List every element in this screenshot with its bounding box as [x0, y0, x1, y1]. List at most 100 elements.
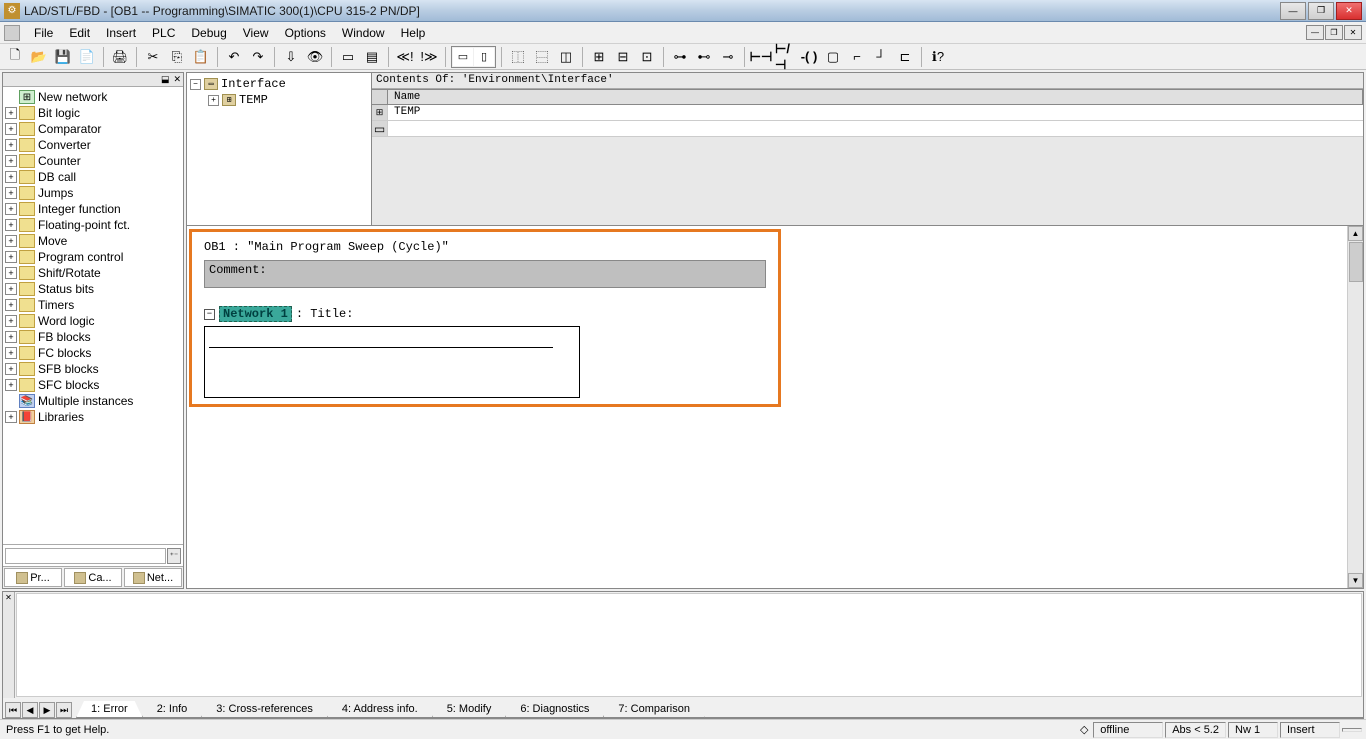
cut-icon[interactable]: ✂: [142, 46, 164, 68]
expand-icon[interactable]: +: [5, 363, 17, 375]
expand-icon[interactable]: +: [5, 187, 17, 199]
sidebar-pin-icon[interactable]: ⬓: [161, 74, 170, 85]
editor-scrollbar[interactable]: ▲ ▼: [1347, 226, 1363, 588]
tree-integer-function[interactable]: +Integer function: [3, 201, 183, 217]
collapse-icon[interactable]: −: [204, 309, 215, 320]
tree-libraries[interactable]: +📕Libraries: [3, 409, 183, 425]
mdi-minimize[interactable]: —: [1306, 25, 1324, 40]
contact-no-icon[interactable]: ⊢⊣: [750, 46, 772, 68]
expand-icon[interactable]: +: [5, 267, 17, 279]
tree-sfb-blocks[interactable]: +SFB blocks: [3, 361, 183, 377]
expand-icon[interactable]: +: [5, 107, 17, 119]
tab-comparison[interactable]: 7: Comparison: [603, 701, 705, 718]
tab-diagnostics[interactable]: 6: Diagnostics: [505, 701, 604, 718]
scroll-thumb[interactable]: [1349, 242, 1363, 282]
expand-icon[interactable]: +: [5, 123, 17, 135]
ladder-network-box[interactable]: [204, 326, 580, 398]
open-icon[interactable]: 📂: [28, 46, 50, 68]
menu-window[interactable]: Window: [334, 24, 393, 42]
menu-edit[interactable]: Edit: [61, 24, 98, 42]
network-title-line[interactable]: − Network 1 : Title:: [204, 306, 766, 322]
expand-icon[interactable]: +: [5, 347, 17, 359]
nav-last-icon[interactable]: ⏭: [56, 702, 72, 718]
coil-icon[interactable]: -( ): [798, 46, 820, 68]
goto-icon[interactable]: ≪!: [394, 46, 416, 68]
mdi-close[interactable]: ✕: [1344, 25, 1362, 40]
expand-icon[interactable]: +: [5, 315, 17, 327]
tab-modify[interactable]: 5: Modify: [432, 701, 507, 718]
ref-icon[interactable]: ▤: [361, 46, 383, 68]
nav-next-icon[interactable]: ▶: [39, 702, 55, 718]
expand-icon[interactable]: +: [5, 411, 17, 423]
tree-status-bits[interactable]: +Status bits: [3, 281, 183, 297]
expand-icon[interactable]: +: [5, 235, 17, 247]
scroll-down-icon[interactable]: ▼: [1348, 573, 1363, 588]
contact-nc-icon[interactable]: ⊢/⊣: [774, 46, 796, 68]
menu-view[interactable]: View: [235, 24, 277, 42]
view-overview-icon[interactable]: ▭: [453, 48, 473, 66]
contents-body[interactable]: ⊞ TEMP ▭: [372, 105, 1363, 225]
output-close-strip[interactable]: ✕: [3, 592, 15, 698]
connection-icon[interactable]: ⊏: [894, 46, 916, 68]
tree-word-logic[interactable]: +Word logic: [3, 313, 183, 329]
expand-icon[interactable]: +: [5, 251, 17, 263]
network2-icon[interactable]: ⊷: [693, 46, 715, 68]
tree-counter[interactable]: +Counter: [3, 153, 183, 169]
tree-comparator[interactable]: +Comparator: [3, 121, 183, 137]
ob-title-line[interactable]: OB1 : "Main Program Sweep (Cycle)": [204, 240, 766, 254]
layout2-icon[interactable]: ⊟: [612, 46, 634, 68]
download-icon[interactable]: ⇩: [280, 46, 302, 68]
tree-move[interactable]: +Move: [3, 233, 183, 249]
window-c-icon[interactable]: ◫: [555, 46, 577, 68]
help-icon[interactable]: ℹ?: [927, 46, 949, 68]
menu-insert[interactable]: Insert: [98, 24, 144, 42]
tree-new-network[interactable]: ⊞ New network: [3, 89, 183, 105]
print-icon[interactable]: 🖨: [109, 46, 131, 68]
close-button[interactable]: ✕: [1336, 2, 1362, 20]
tab-address-info[interactable]: 4: Address info.: [327, 701, 433, 718]
expand-icon[interactable]: +: [208, 95, 219, 106]
collapse-icon[interactable]: −: [190, 79, 201, 90]
contents-row-empty[interactable]: ▭: [372, 121, 1363, 137]
menu-plc[interactable]: PLC: [144, 24, 183, 42]
copy-icon[interactable]: ⎘: [166, 46, 188, 68]
maximize-button[interactable]: ❐: [1308, 2, 1334, 20]
output-content[interactable]: [16, 593, 1362, 697]
monitor-icon[interactable]: 👁: [304, 46, 326, 68]
undo-icon[interactable]: ↶: [223, 46, 245, 68]
tree-fc-blocks[interactable]: +FC blocks: [3, 345, 183, 361]
expand-icon[interactable]: +: [5, 299, 17, 311]
tree-multiple-instances[interactable]: 📚Multiple instances: [3, 393, 183, 409]
view-detail-icon[interactable]: ▯: [474, 48, 494, 66]
nav-first-icon[interactable]: ⏮: [5, 702, 21, 718]
mdi-restore[interactable]: ❐: [1325, 25, 1343, 40]
minimize-button[interactable]: —: [1280, 2, 1306, 20]
branch-open-icon[interactable]: ⌐: [846, 46, 868, 68]
tree-db-call[interactable]: +DB call: [3, 169, 183, 185]
layout1-icon[interactable]: ⊞: [588, 46, 610, 68]
layout3-icon[interactable]: ⊡: [636, 46, 658, 68]
expand-icon[interactable]: +: [5, 139, 17, 151]
expand-icon[interactable]: +: [5, 331, 17, 343]
interface-temp-row[interactable]: + ⊞ TEMP: [190, 92, 368, 108]
menu-debug[interactable]: Debug: [183, 24, 234, 42]
menu-options[interactable]: Options: [277, 24, 334, 42]
tree-jumps[interactable]: +Jumps: [3, 185, 183, 201]
comment-box[interactable]: Comment:: [204, 260, 766, 288]
paste-icon[interactable]: 📋: [190, 46, 212, 68]
editor-panel[interactable]: OB1 : "Main Program Sweep (Cycle)" Comme…: [186, 226, 1364, 589]
scroll-up-icon[interactable]: ▲: [1348, 226, 1363, 241]
filter-input[interactable]: [5, 548, 166, 564]
sidebar-tab-call[interactable]: Ca...: [64, 568, 122, 587]
sidebar-tab-program[interactable]: Pr...: [4, 568, 62, 587]
expand-icon[interactable]: +: [5, 155, 17, 167]
network-icon[interactable]: ⊶: [669, 46, 691, 68]
contents-row-temp[interactable]: ⊞ TEMP: [372, 105, 1363, 121]
menu-file[interactable]: File: [26, 24, 61, 42]
network3-icon[interactable]: ⊸: [717, 46, 739, 68]
window-h-icon[interactable]: ⿰: [507, 46, 529, 68]
tree-converter[interactable]: +Converter: [3, 137, 183, 153]
expand-icon[interactable]: +: [5, 219, 17, 231]
menu-help[interactable]: Help: [393, 24, 434, 42]
expand-icon[interactable]: +: [5, 283, 17, 295]
